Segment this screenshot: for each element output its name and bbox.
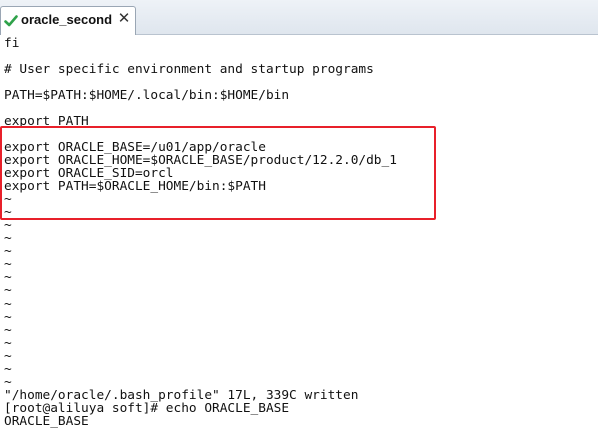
green-check-icon — [4, 13, 18, 27]
terminal-line: ORACLE_BASE — [4, 413, 89, 429]
terminal-line: "/home/oracle/.bash_profile" 17L, 339C w… — [4, 387, 359, 403]
terminal-line: # User specific environment and startup … — [4, 61, 374, 77]
terminal-line: ~ — [4, 374, 12, 390]
tab-bar: oracle_second ✕ — [0, 0, 598, 35]
terminal-line: ~ — [4, 348, 12, 364]
terminal-line: ~ — [4, 361, 12, 377]
terminal-line: ~ — [4, 231, 12, 247]
terminal-line: ~ — [4, 218, 12, 234]
terminal-line: ~ — [4, 309, 12, 325]
terminal-line: ~ — [4, 244, 12, 260]
tab-title: oracle_second — [21, 12, 113, 27]
highlight-box — [0, 126, 436, 220]
terminal-line: ~ — [4, 270, 12, 286]
tab-oracle-second[interactable]: oracle_second ✕ — [0, 6, 136, 35]
terminal-line: ~ — [4, 335, 12, 351]
terminal-line: ~ — [4, 296, 12, 312]
close-icon[interactable]: ✕ — [117, 11, 131, 27]
terminal-output[interactable]: fi # User specific environment and startu… — [0, 35, 598, 431]
terminal-line: fi — [4, 35, 20, 51]
terminal-line: ~ — [4, 283, 12, 299]
terminal-line: PATH=$PATH:$HOME/.local/bin:$HOME/bin — [4, 87, 290, 103]
terminal-line: ~ — [4, 322, 12, 338]
terminal-line: [root@aliluya soft]# echo ORACLE_BASE — [4, 400, 290, 416]
terminal-line: ~ — [4, 257, 12, 273]
